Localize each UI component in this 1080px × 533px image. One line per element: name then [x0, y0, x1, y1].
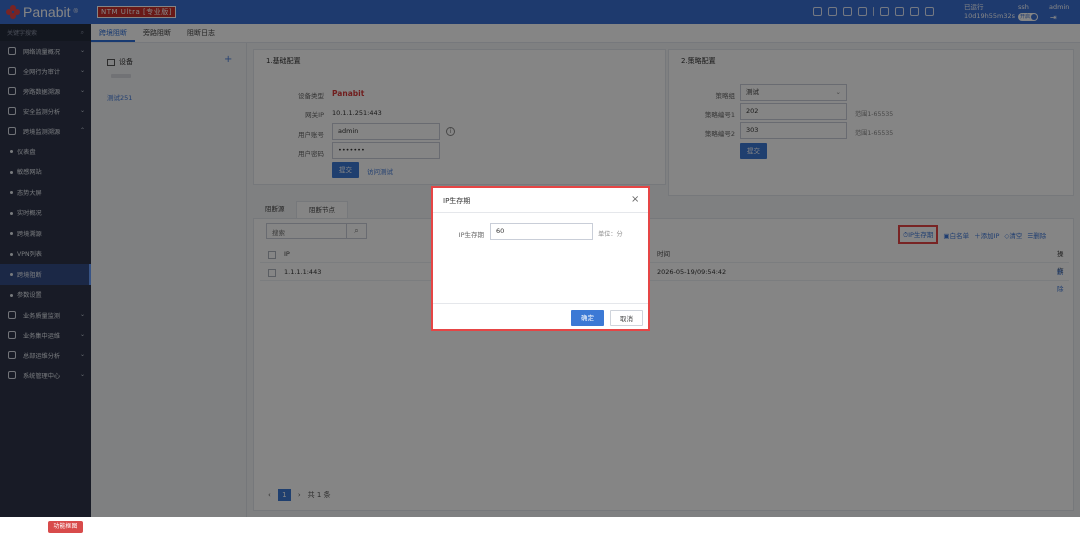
dialog-footer: 确定 取消: [433, 303, 648, 329]
ip-ttl-dialog: IP生存期 × IP生存期 60 单位：分 确定 取消: [431, 186, 650, 331]
ttl-field-label: IP生存期: [458, 231, 484, 239]
cancel-button[interactable]: 取消: [610, 310, 643, 326]
close-icon[interactable]: ×: [631, 194, 639, 205]
confirm-button[interactable]: 确定: [571, 310, 604, 326]
dialog-header: IP生存期 ×: [433, 188, 648, 213]
function-diagram-button[interactable]: 功能框图: [48, 521, 83, 533]
ttl-unit: 单位：分: [598, 231, 623, 238]
ttl-input[interactable]: 60: [490, 223, 593, 240]
dialog-title: IP生存期: [443, 197, 471, 205]
